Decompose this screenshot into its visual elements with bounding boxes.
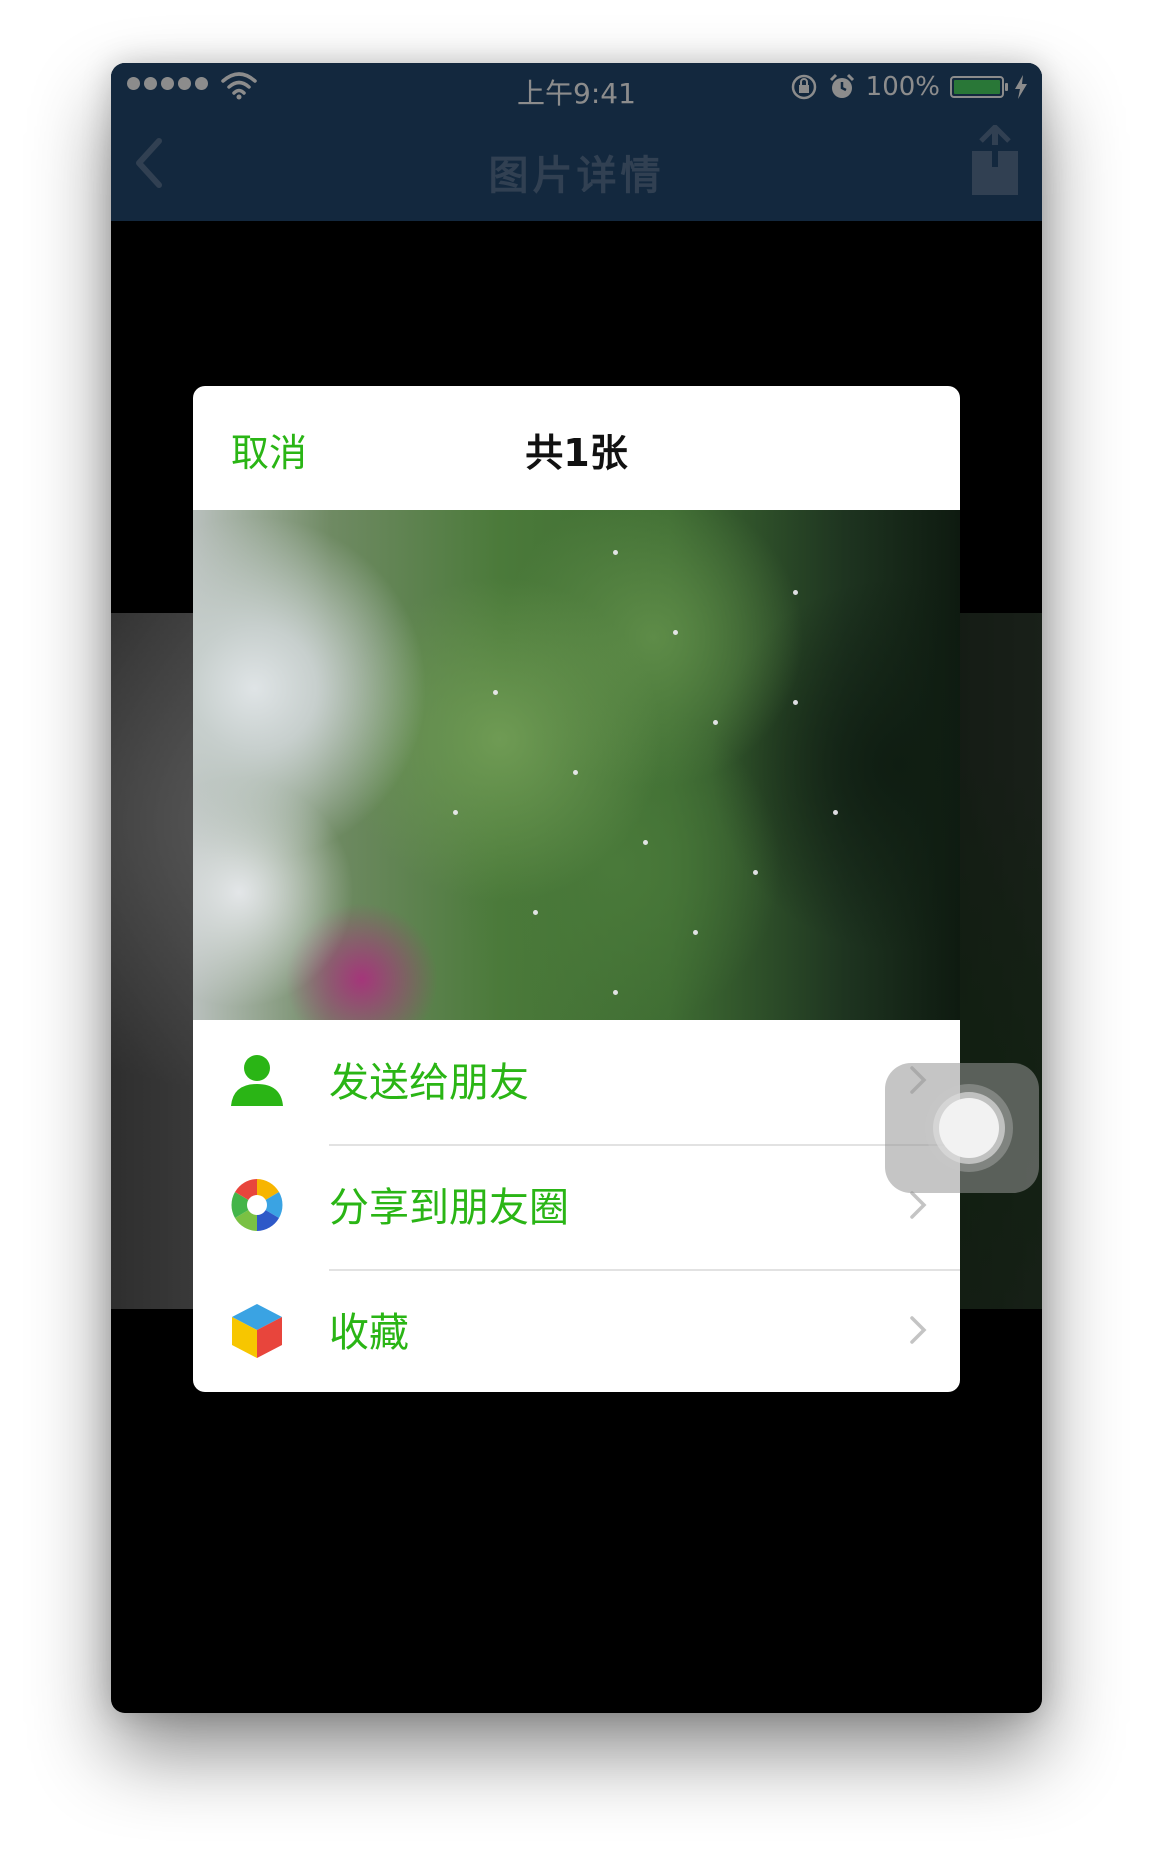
favorites-label: 收藏 (329, 1310, 409, 1356)
favorites-row[interactable]: 收藏 (193, 1270, 960, 1392)
share-sheet: 取消 共1张 发送给朋友 分享到朋友圈 收藏 (193, 386, 960, 1392)
person-icon (231, 1055, 283, 1106)
assistive-touch-button[interactable] (885, 1063, 1039, 1193)
favorites-cube-icon (232, 1304, 282, 1358)
sheet-header: 取消 共1张 (193, 386, 960, 510)
send-to-friend-label: 发送给朋友 (329, 1060, 529, 1106)
image-count-title: 共1张 (525, 431, 628, 475)
chevron-right-icon (910, 1316, 927, 1344)
phone-screen: 上午9:41 100% 图片详情 取消 共1张 发送给朋友 分享到朋友圈 收藏 (111, 63, 1042, 1713)
send-to-friend-row[interactable]: 发送给朋友 (193, 1020, 960, 1144)
share-to-moments-row[interactable]: 分享到朋友圈 (193, 1145, 960, 1269)
selected-photo (193, 510, 960, 1020)
share-to-moments-label: 分享到朋友圈 (329, 1185, 569, 1231)
moments-icon (231, 1179, 283, 1231)
